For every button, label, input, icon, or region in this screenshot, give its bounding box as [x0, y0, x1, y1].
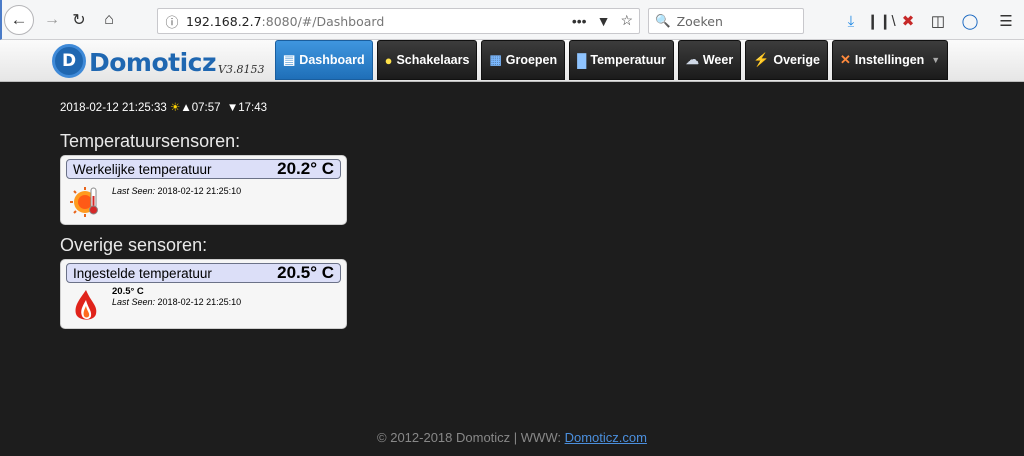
back-button[interactable]: ←: [4, 5, 34, 35]
library-icon[interactable]: ❙❙\: [866, 10, 895, 32]
device-value: 20.2° C: [277, 159, 334, 178]
logo-text: Domoticz: [89, 48, 217, 77]
menu-label: Groepen: [505, 53, 558, 67]
last-seen-label: Last Seen:: [112, 186, 156, 196]
weather-icon: ☁: [685, 52, 699, 67]
menu-temperatuur[interactable]: █ Temperatuur: [569, 40, 674, 80]
sunset-icon: ▼: [223, 102, 239, 114]
last-seen-value: 2018-02-12 21:25:10: [157, 186, 242, 196]
menu-label: Instellingen: [854, 53, 925, 67]
chevron-down-icon: ▼: [931, 55, 941, 65]
lightning-icon: ⚡: [753, 52, 770, 67]
sidebar-icon[interactable]: ◫: [927, 10, 949, 32]
url-bar[interactable]: ⓘ 192.168.2.7:8080/#/Dashboard ••• ▼ ☆: [157, 8, 640, 34]
app-header: D Domoticz V3.8153 ▤ Dashboard ● Schakelaa…: [0, 40, 1024, 82]
menu-label: Schakelaars: [396, 53, 470, 67]
pocket-icon[interactable]: ▼: [597, 13, 611, 29]
footer-text: © 2012-2018 Domoticz | WWW:: [377, 430, 565, 445]
main-menu: ▤ Dashboard ● Schakelaars ▦ Groepen █ Temper…: [275, 40, 949, 80]
bookmark-star-icon[interactable]: ☆: [620, 12, 633, 29]
thermometer-icon: █: [577, 52, 587, 68]
menu-label: Dashboard: [299, 53, 365, 67]
dashboard-icon: ▤: [283, 52, 296, 67]
menu-weer[interactable]: ☁ Weer: [677, 40, 742, 80]
flame-icon[interactable]: [69, 288, 103, 324]
device-card-temperature[interactable]: Werkelijke temperatuur 20.2° C Last Seen…: [60, 155, 347, 225]
device-name: Werkelijke temperatuur: [73, 161, 212, 177]
section-title-temperature: Temperatuursensoren:: [60, 131, 241, 151]
menu-label: Weer: [702, 53, 734, 67]
device-name: Ingestelde temperatuur: [73, 265, 212, 281]
version-label: V3.8153: [218, 63, 265, 76]
sunrise-time: 07:57: [191, 102, 221, 114]
domoticz-logo[interactable]: D Domoticz V3.8153: [52, 44, 264, 78]
datetime-bar: 2018-02-12 21:25:33 ☀▲07:57 ▼17:43: [60, 100, 267, 114]
menu-label: Temperatuur: [590, 53, 666, 67]
menu-schakelaars[interactable]: ● Schakelaars: [376, 40, 478, 80]
download-icon[interactable]: ⤓: [840, 10, 862, 32]
bulb-icon: ●: [384, 52, 393, 68]
extension-icon[interactable]: ◯: [959, 10, 981, 32]
device-details: Last Seen: 2018-02-12 21:25:10: [112, 186, 241, 197]
menu-groepen[interactable]: ▦ Groepen: [481, 40, 566, 80]
logo-icon: D: [52, 44, 86, 78]
tools-icon: ✕: [839, 52, 851, 67]
groups-icon: ▦: [489, 52, 502, 67]
sunset-time: 17:43: [238, 102, 268, 114]
search-icon: 🔍: [655, 13, 671, 28]
current-datetime: 2018-02-12 21:25:33: [60, 102, 167, 114]
sun-icon: ☀: [170, 102, 181, 114]
device-header: Werkelijke temperatuur 20.2° C: [66, 159, 341, 179]
sunrise-icon: ▲: [180, 102, 192, 114]
footer-link[interactable]: Domoticz.com: [565, 430, 647, 445]
menu-overige[interactable]: ⚡ Overige: [745, 40, 828, 80]
menu-label: Overige: [773, 53, 820, 67]
page-actions-icon[interactable]: •••: [572, 13, 587, 29]
user-blocked-icon[interactable]: ✖: [897, 10, 919, 32]
search-placeholder: Zoeken: [676, 13, 723, 29]
browser-toolbar: ← → ↻ ⌂ ⓘ 192.168.2.7:8080/#/Dashboard •…: [0, 0, 1024, 40]
section-title-other: Overige sensoren:: [60, 235, 208, 255]
menu-instellingen[interactable]: ✕ Instellingen ▼: [831, 40, 949, 80]
menu-icon[interactable]: ☰: [995, 10, 1017, 32]
device-card-setpoint[interactable]: Ingestelde temperatuur 20.5° C 20.5° C L…: [60, 259, 347, 329]
device-header: Ingestelde temperatuur 20.5° C: [66, 263, 341, 283]
footer: © 2012-2018 Domoticz | WWW: Domoticz.com: [0, 430, 1024, 445]
device-details: 20.5° C Last Seen: 2018-02-12 21:25:10: [112, 286, 241, 308]
device-status: 20.5° C: [112, 286, 144, 297]
device-value: 20.5° C: [277, 263, 334, 282]
search-input[interactable]: 🔍 Zoeken: [648, 8, 804, 34]
menu-dashboard[interactable]: ▤ Dashboard: [275, 40, 373, 80]
temperature-sun-icon[interactable]: [69, 184, 103, 220]
url-text: 192.168.2.7:8080/#/Dashboard: [186, 13, 385, 29]
last-seen-label: Last Seen:: [112, 297, 156, 307]
home-button[interactable]: ⌂: [95, 6, 123, 34]
reload-button[interactable]: ↻: [65, 6, 93, 34]
info-icon[interactable]: ⓘ: [158, 12, 186, 31]
last-seen-value: 2018-02-12 21:25:10: [157, 297, 242, 307]
forward-button[interactable]: →: [38, 6, 66, 34]
